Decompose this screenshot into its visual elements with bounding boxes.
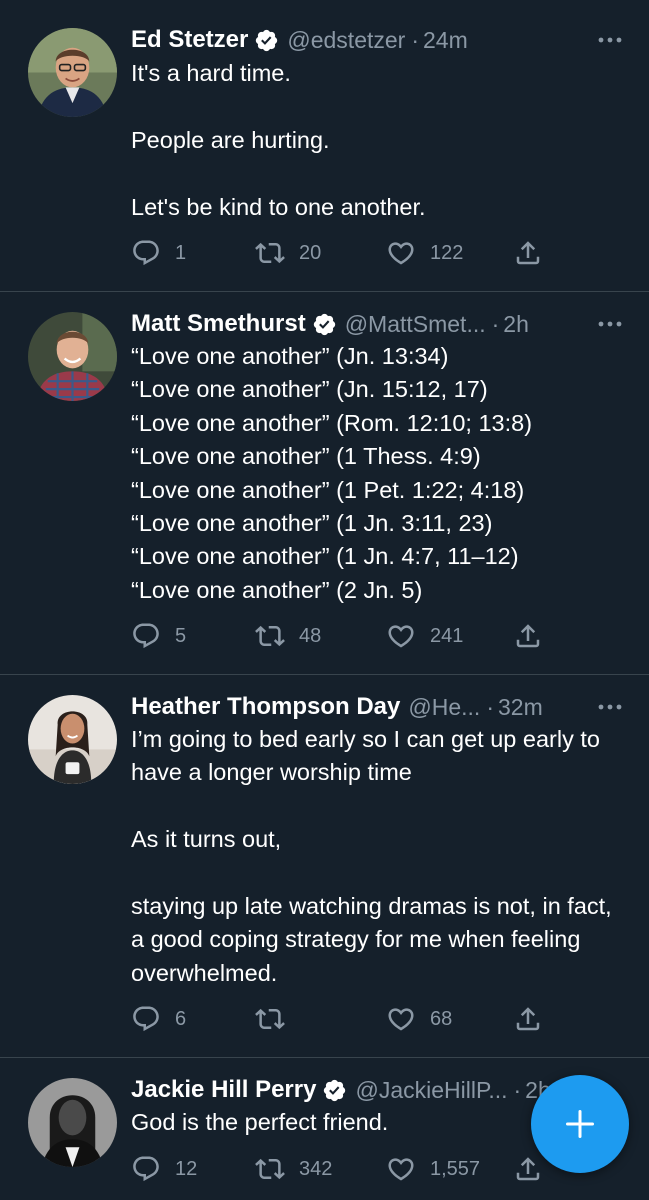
reply-button[interactable]: 12 <box>131 1152 197 1186</box>
verified-badge-icon <box>312 312 337 337</box>
timestamp[interactable]: 2h <box>503 311 529 338</box>
tweet-text: It's a hard time. People are hurting. Le… <box>131 57 621 224</box>
timestamp[interactable]: 24m <box>423 27 468 54</box>
tweet-text: God is the perfect friend. <box>131 1106 519 1139</box>
author-name[interactable]: Heather Thompson Day <box>131 693 400 721</box>
retweet-button[interactable] <box>255 1002 299 1036</box>
reply-button[interactable]: 1 <box>131 236 186 270</box>
tweet-actions: 5 48 241 <box>131 619 561 653</box>
reply-button[interactable]: 5 <box>131 619 186 653</box>
avatar-image <box>28 1078 117 1167</box>
plus-icon <box>566 1110 594 1138</box>
retweet-button[interactable]: 48 <box>255 619 321 653</box>
timestamp[interactable]: 32m <box>498 694 543 721</box>
like-count: 122 <box>430 241 464 264</box>
avatar-image <box>28 695 117 784</box>
like-count: 68 <box>430 1007 453 1030</box>
reply-bubble-icon <box>133 623 159 649</box>
like-count: 1,557 <box>430 1157 481 1180</box>
author-name[interactable]: Matt Smethurst <box>131 310 306 338</box>
reply-bubble-icon <box>133 1156 159 1182</box>
heart-icon <box>388 1008 414 1031</box>
heart-icon <box>388 242 414 265</box>
tweet-actions: 6 68 <box>131 1002 561 1036</box>
verified-badge-icon <box>322 1078 347 1103</box>
author-handle[interactable]: @JackieHillP... <box>355 1077 507 1104</box>
like-count: 241 <box>430 624 464 647</box>
author-handle[interactable]: @edstetzer <box>287 27 405 54</box>
heart-icon <box>388 1158 414 1181</box>
heart-icon <box>388 625 414 648</box>
reply-bubble-icon <box>133 240 159 266</box>
more-dots-icon[interactable] <box>595 310 625 338</box>
separator-dot: · <box>411 26 420 53</box>
tweet-body: I’m going to bed early so I can get up e… <box>131 726 612 986</box>
retweet-button[interactable]: 342 <box>255 1152 332 1186</box>
share-button[interactable] <box>513 236 543 270</box>
retweet-count: 342 <box>299 1157 333 1180</box>
like-button[interactable]: 68 <box>386 1002 452 1036</box>
author-name[interactable]: Ed Stetzer <box>131 26 248 54</box>
home-timeline: Ed Stetzer @edstetzer · 24m It's a hard … <box>0 0 649 1200</box>
share-button[interactable] <box>513 619 543 653</box>
tweet-body: It's a hard time. People are hurting. Le… <box>131 60 426 220</box>
separator-dot: · <box>486 693 494 720</box>
like-button[interactable]: 1,557 <box>386 1152 480 1186</box>
share-upload-icon <box>516 1157 540 1181</box>
avatar-image <box>28 28 117 117</box>
reply-count: 6 <box>175 1007 187 1030</box>
reply-bubble-icon <box>133 1006 159 1032</box>
retweet-button[interactable]: 20 <box>255 236 321 270</box>
author-handle[interactable]: @He... <box>408 694 480 721</box>
share-button[interactable] <box>513 1152 543 1186</box>
share-upload-icon <box>516 1007 540 1031</box>
like-button[interactable]: 241 <box>386 619 463 653</box>
share-upload-icon <box>516 241 540 265</box>
avatar[interactable] <box>28 312 117 401</box>
retweet-arrows-icon <box>255 1158 285 1180</box>
reply-count: 1 <box>175 241 187 264</box>
share-button[interactable] <box>513 1002 543 1036</box>
avatar-image <box>28 312 117 401</box>
more-dots-icon[interactable] <box>595 693 625 721</box>
reply-count: 5 <box>175 624 187 647</box>
tweet-body: God is the perfect friend. <box>131 1109 389 1135</box>
separator-dot: · <box>513 1076 522 1103</box>
tweet-actions: 12 342 1,557 <box>131 1152 561 1186</box>
avatar[interactable] <box>28 1078 117 1167</box>
tweet-text: I’m going to bed early so I can get up e… <box>131 723 625 990</box>
retweet-count: 20 <box>299 241 322 264</box>
tweet-actions: 1 20 122 <box>131 236 561 270</box>
more-dots-icon[interactable] <box>595 26 625 54</box>
tweet[interactable]: Matt Smethurst @MattSmet... · 2h “Love o… <box>0 292 649 675</box>
tweet[interactable]: Heather Thompson Day @He... · 32m I’m go… <box>0 675 649 1058</box>
like-button[interactable]: 122 <box>386 236 463 270</box>
tweet-text: “Love one another” (Jn. 13:34) “Love one… <box>131 340 621 607</box>
tweet[interactable]: Ed Stetzer @edstetzer · 24m It's a hard … <box>0 0 649 292</box>
share-upload-icon <box>516 624 540 648</box>
author-name[interactable]: Jackie Hill Perry <box>131 1076 316 1104</box>
retweet-arrows-icon <box>255 1008 285 1030</box>
avatar[interactable] <box>28 28 117 117</box>
retweet-count: 48 <box>299 624 322 647</box>
reply-count: 12 <box>175 1157 198 1180</box>
separator-dot: · <box>491 310 500 337</box>
reply-button[interactable]: 6 <box>131 1002 186 1036</box>
retweet-arrows-icon <box>255 242 285 264</box>
retweet-arrows-icon <box>255 625 285 647</box>
verified-badge-icon <box>254 28 279 53</box>
avatar[interactable] <box>28 695 117 784</box>
author-handle[interactable]: @MattSmet... <box>345 311 486 338</box>
compose-tweet-button[interactable] <box>531 1075 629 1173</box>
tweet-body: “Love one another” (Jn. 13:34) “Love one… <box>131 343 533 603</box>
